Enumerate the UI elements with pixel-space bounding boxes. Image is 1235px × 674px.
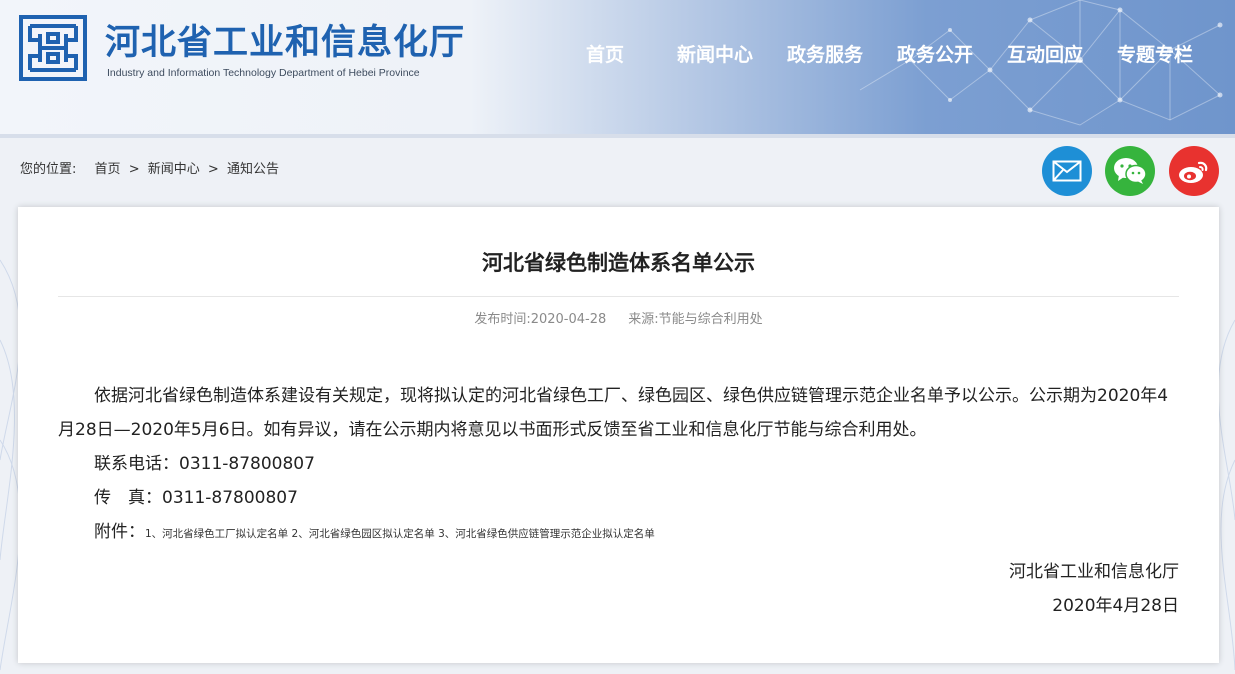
source-value: 节能与综合利用处 — [658, 312, 763, 327]
nav-special-topics[interactable]: 专题专栏 — [1100, 40, 1210, 67]
attachments-label: 附件： — [94, 522, 145, 542]
publish-label: 发布时间: — [474, 312, 531, 327]
share-mail-button[interactable] — [1042, 146, 1092, 196]
hebei-emblem-icon[interactable] — [18, 14, 88, 82]
share-wechat-button[interactable] — [1105, 146, 1155, 196]
site-subtitle: Industry and Information Technology Depa… — [107, 67, 420, 79]
body-paragraph: 依据河北省绿色制造体系建设有关规定，现将拟认定的河北省绿色工厂、绿色园区、绿色供… — [58, 386, 1169, 440]
breadcrumb-separator: > — [207, 162, 219, 177]
signature-block: 河北省工业和信息化厅 2020年4月28日 — [1009, 555, 1179, 623]
breadcrumb: 您的位置: 首页 > 新闻中心 > 通知公告 — [20, 158, 279, 177]
article-body: 依据河北省绿色制造体系建设有关规定，现将拟认定的河北省绿色工厂、绿色园区、绿色供… — [58, 379, 1179, 551]
signature-org: 河北省工业和信息化厅 — [1009, 562, 1179, 582]
main-nav: 首页 新闻中心 政务服务 政务公开 互动回应 专题专栏 — [550, 40, 1210, 67]
nav-interaction[interactable]: 互动回应 — [990, 40, 1100, 67]
contact-phone: 联系电话：0311-87800807 — [94, 454, 315, 474]
article-title: 河北省绿色制造体系名单公示 — [482, 251, 755, 275]
nav-government-affairs[interactable]: 政务公开 — [880, 40, 990, 67]
breadcrumb-home[interactable]: 首页 — [95, 162, 121, 177]
attachments: 附件：1、河北省绿色工厂拟认定名单 2、河北省绿色园区拟认定名单 3、河北省绿色… — [58, 515, 1179, 551]
attachment-link-1[interactable]: 1、河北省绿色工厂拟认定名单 — [145, 528, 288, 540]
nav-news-center[interactable]: 新闻中心 — [660, 40, 770, 67]
nav-home[interactable]: 首页 — [550, 40, 660, 67]
article-card: 河北省绿色制造体系名单公示 发布时间:2020-04-28 来源:节能与综合利用处… — [18, 207, 1219, 663]
network-pattern-decoration — [859, 0, 1223, 126]
publish-date: 2020-04-28 — [530, 312, 607, 327]
contact-fax: 传 真：0311-87800807 — [94, 488, 298, 508]
article-meta: 发布时间:2020-04-28 来源:节能与综合利用处 — [18, 308, 1219, 327]
site-header: 河北省工业和信息化厅 Industry and Information Tech… — [0, 0, 1235, 134]
header-divider — [0, 134, 1235, 138]
source-label: 来源: — [628, 312, 659, 327]
title-divider — [58, 296, 1179, 297]
breadcrumb-news-center[interactable]: 新闻中心 — [148, 162, 200, 177]
nav-government-services[interactable]: 政务服务 — [770, 40, 880, 67]
weibo-icon — [1179, 161, 1208, 183]
site-title[interactable]: 河北省工业和信息化厅 — [105, 14, 465, 65]
breadcrumb-notices[interactable]: 通知公告 — [227, 162, 279, 177]
breadcrumb-separator: > — [128, 162, 140, 177]
attachment-link-2[interactable]: 2、河北省绿色园区拟认定名单 — [292, 528, 435, 540]
wechat-icon — [1114, 158, 1147, 184]
attachment-link-3[interactable]: 3、河北省绿色供应链管理示范企业拟认定名单 — [438, 528, 655, 540]
signature-date: 2020年4月28日 — [1052, 596, 1179, 616]
share-weibo-button[interactable] — [1169, 146, 1219, 196]
breadcrumb-label: 您的位置: — [20, 162, 77, 177]
mail-icon — [1052, 160, 1082, 182]
